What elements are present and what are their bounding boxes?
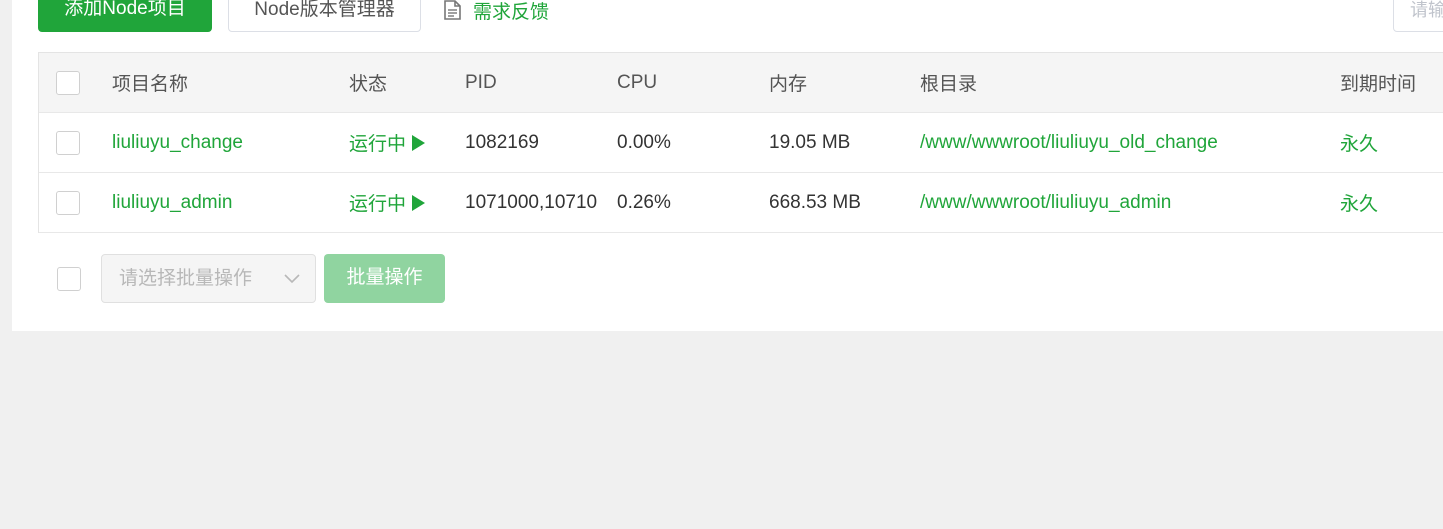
edit-document-icon — [444, 0, 461, 20]
row-checkbox[interactable] — [56, 130, 80, 155]
project-name-link[interactable]: liuliuyu_change — [112, 113, 332, 172]
table-row: liuliuyu_admin 运行中 1071000,10710 0.26% 6… — [39, 173, 1443, 233]
status-label: 运行中 — [349, 194, 407, 215]
search-input[interactable]: 请输 — [1393, 0, 1443, 32]
pid-value: 1071000,10710 — [465, 191, 598, 213]
status-label: 运行中 — [349, 134, 407, 155]
project-table: 项目名称 状态 PID CPU 内存 根目录 到期时间 liuliuyu_cha… — [38, 52, 1443, 233]
cpu-value: 0.26% — [617, 191, 671, 213]
project-name-link[interactable]: liuliuyu_admin — [112, 173, 332, 232]
column-header-cpu: CPU — [617, 71, 658, 93]
select-all-checkbox[interactable] — [56, 70, 80, 95]
table-row: liuliuyu_change 运行中 1082169 0.00% 19.05 … — [39, 113, 1443, 173]
row-checkbox[interactable] — [56, 190, 80, 215]
column-header-pid: PID — [465, 71, 497, 93]
chevron-down-icon — [284, 274, 300, 284]
status-toggle[interactable]: 运行中 — [349, 113, 459, 172]
column-header-expire: 到期时间 — [1340, 74, 1417, 95]
batch-select-all-checkbox[interactable] — [57, 267, 81, 291]
memory-value: 668.53 MB — [769, 191, 861, 213]
play-icon — [412, 194, 426, 211]
root-path-link[interactable]: /www/wwwroot/liuliuyu_admin — [920, 173, 1320, 232]
play-icon — [412, 134, 426, 151]
column-header-status: 状态 — [349, 74, 388, 95]
batch-operation-select[interactable]: 请选择批量操作 — [101, 254, 316, 303]
memory-value: 19.05 MB — [769, 131, 851, 153]
content-panel: 添加Node项目 Node版本管理器 需求反馈 请输 项目名称 状态 PID C… — [12, 0, 1443, 331]
table-header: 项目名称 状态 PID CPU 内存 根目录 到期时间 — [39, 53, 1443, 113]
expire-link[interactable]: 永久 — [1340, 113, 1443, 172]
pid-value: 1082169 — [465, 131, 539, 153]
feedback-label: 需求反馈 — [473, 1, 550, 23]
column-header-memory: 内存 — [769, 74, 808, 95]
batch-select-placeholder: 请选择批量操作 — [119, 268, 253, 289]
cpu-value: 0.00% — [617, 131, 671, 153]
column-header-root: 根目录 — [920, 74, 978, 95]
node-version-manager-button[interactable]: Node版本管理器 — [228, 0, 421, 32]
column-header-name: 项目名称 — [112, 74, 189, 95]
add-node-project-button[interactable]: 添加Node项目 — [38, 0, 212, 32]
expire-link[interactable]: 永久 — [1340, 173, 1443, 232]
feedback-link[interactable]: 需求反馈 — [443, 0, 550, 23]
status-toggle[interactable]: 运行中 — [349, 173, 459, 232]
root-path-link[interactable]: /www/wwwroot/liuliuyu_old_change — [920, 113, 1320, 172]
batch-operation-button[interactable]: 批量操作 — [324, 254, 445, 303]
